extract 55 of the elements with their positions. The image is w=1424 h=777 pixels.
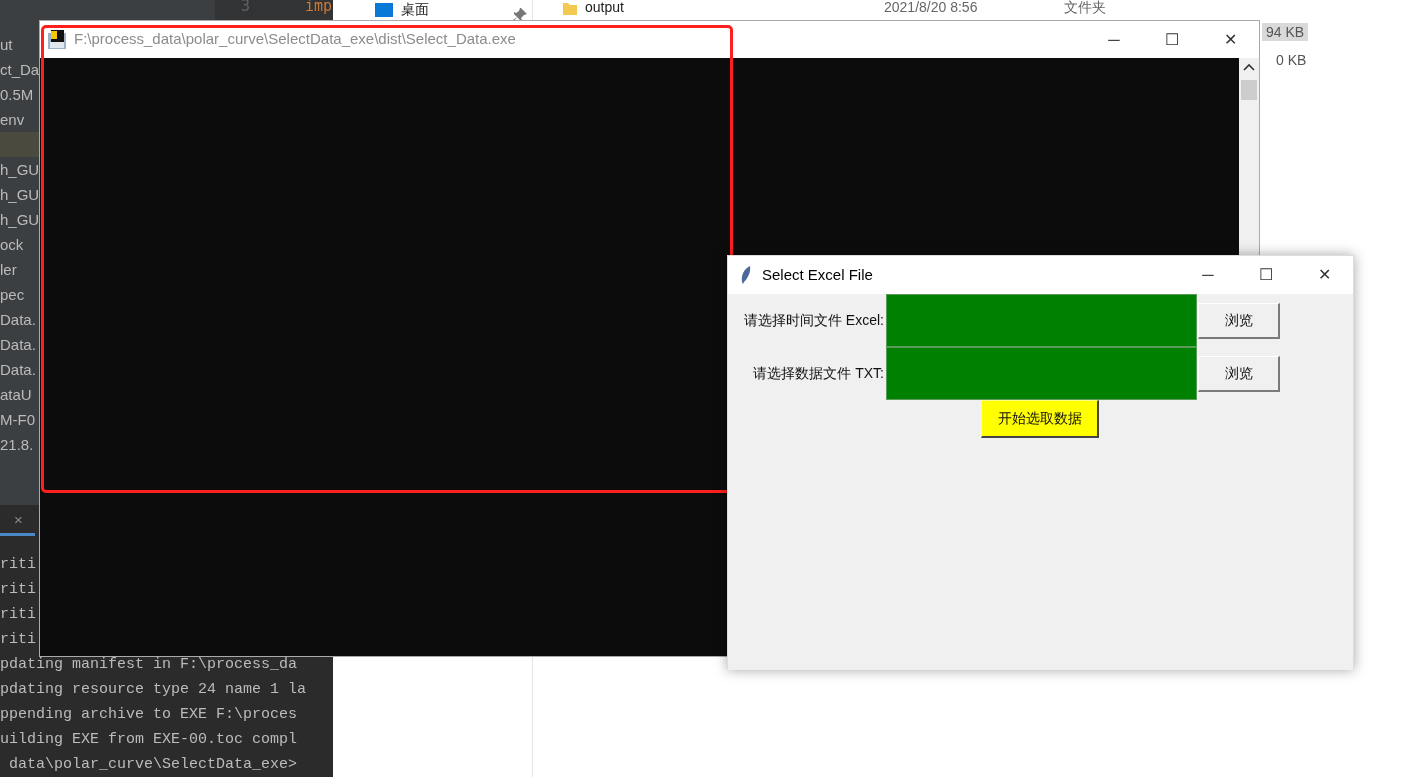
terminal-line: pdating manifest in F:\process_da	[0, 655, 299, 675]
terminal-line: riti	[0, 580, 37, 600]
terminal-line: ppending archive to EXE F:\proces	[0, 705, 299, 725]
window-title: F:\process_data\polar_curve\SelectData_exe\dist\Select_Data.exe	[74, 29, 517, 50]
maximize-button[interactable]: ☐	[1143, 21, 1201, 58]
window-title: Select Excel File	[762, 264, 874, 285]
terminal-line: riti	[0, 630, 37, 650]
scroll-up-icon	[1242, 62, 1256, 72]
terminal-line: data\polar_curve\SelectData_exe>	[8, 755, 299, 775]
minimize-button[interactable]: ─	[1085, 21, 1143, 58]
tree-item[interactable]: ct_Da	[0, 57, 39, 82]
field-label: 请选择时间文件 Excel:	[743, 311, 885, 330]
terminal-line: pdating resource type 24 name 1 la	[0, 680, 307, 700]
nav-label: 桌面	[401, 2, 429, 17]
browse-button[interactable]: 浏览	[1198, 302, 1280, 339]
browse-button[interactable]: 浏览	[1198, 355, 1280, 392]
terminal-line: uilding EXE from EXE-00.toc compl	[0, 730, 299, 750]
tree-item[interactable]: h_GU	[0, 207, 39, 232]
nav-item[interactable]: 桌面	[375, 2, 429, 17]
field-label: 请选择数据文件 TXT:	[752, 364, 885, 383]
file-date: 2021/8/20 8:56	[884, 0, 979, 15]
folder-icon	[563, 0, 577, 15]
feather-icon	[740, 265, 752, 285]
start-button[interactable]: 开始选取数据	[981, 400, 1099, 438]
tree-item[interactable]: env	[0, 107, 39, 132]
minimize-button[interactable]: ─	[1179, 256, 1237, 294]
file-size: 94 KB	[1262, 23, 1309, 41]
desktop-icon	[375, 2, 393, 17]
terminal-line: riti	[0, 555, 37, 575]
tree-item[interactable]: ataU	[0, 382, 39, 407]
tree-item[interactable]	[0, 132, 39, 157]
tree-item[interactable]: 0.5M	[0, 82, 39, 107]
file-size: 0 KB	[1275, 51, 1308, 69]
close-button[interactable]: ✕	[1201, 21, 1259, 58]
input-field[interactable]	[886, 294, 1197, 347]
terminal-line: riti	[0, 605, 37, 625]
tree-item[interactable]: ler	[0, 257, 39, 282]
tree-item[interactable]: Data.	[0, 307, 39, 332]
tree-item[interactable]: ock	[0, 232, 39, 257]
scroll-thumb[interactable]	[1241, 80, 1257, 100]
code-text: imp	[305, 0, 333, 17]
file-type: 文件夹	[1064, 0, 1106, 15]
input-field[interactable]	[886, 347, 1197, 400]
close-button[interactable]: ✕	[1295, 256, 1353, 294]
tree-item[interactable]: pec	[0, 282, 39, 307]
tree-item[interactable]: h_GU	[0, 157, 39, 182]
tree-item[interactable]: Data.	[0, 332, 39, 357]
tree-item[interactable]: Data.	[0, 357, 39, 382]
maximize-button[interactable]: ☐	[1237, 256, 1295, 294]
file-name[interactable]: output	[585, 0, 884, 15]
tree-item[interactable]: ut	[0, 32, 39, 57]
app-icon	[48, 29, 66, 50]
tree-item[interactable]: M-F0	[0, 407, 39, 432]
tree-item[interactable]: 21.8.	[0, 432, 39, 457]
tree-item[interactable]: h_GU	[0, 182, 39, 207]
